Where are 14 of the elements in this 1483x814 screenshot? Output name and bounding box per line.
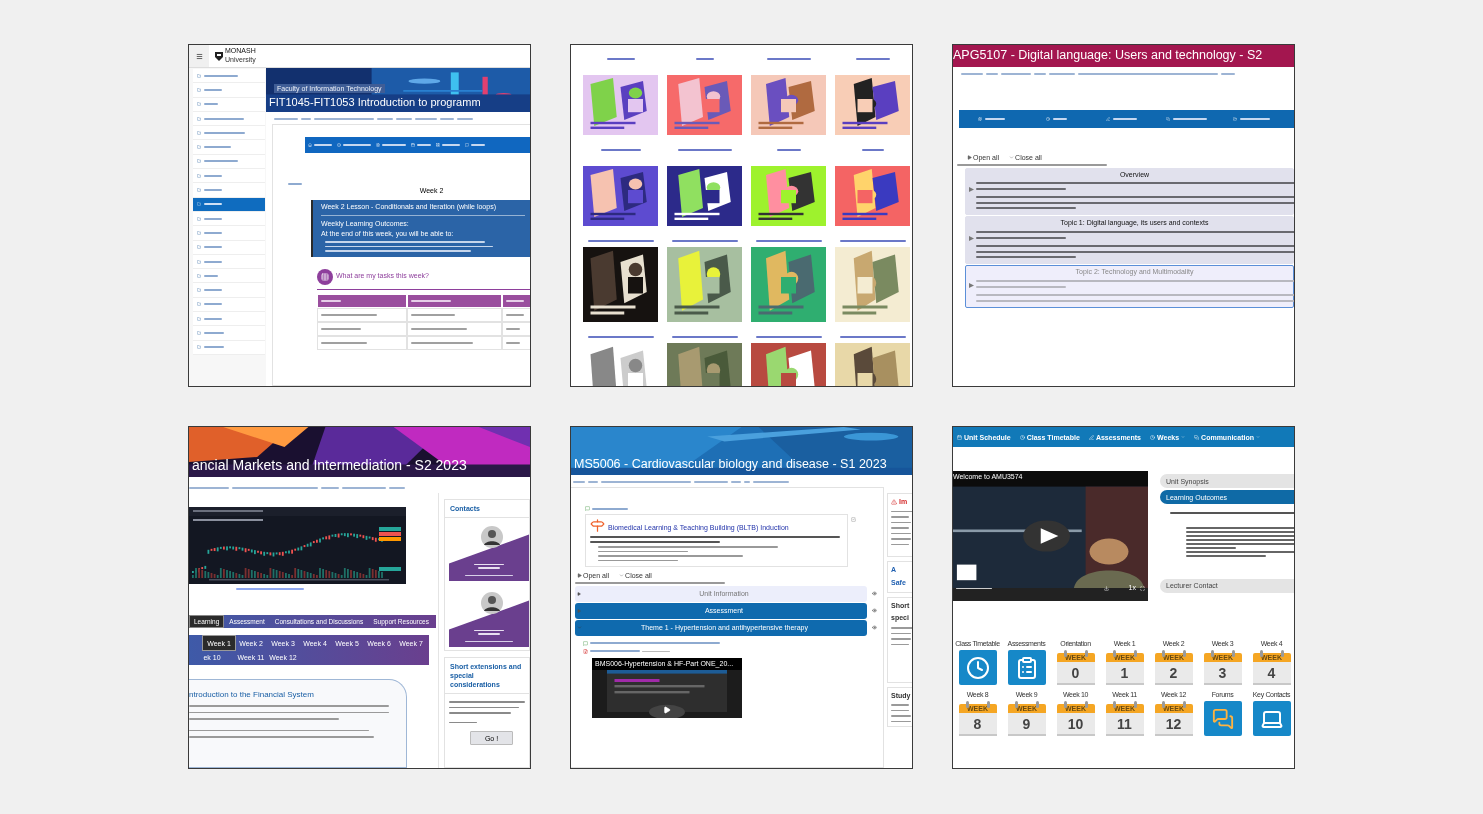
week-number: 2 (1169, 665, 1178, 680)
course-title: MS5006 - Cardiovascular biology and disease - S1 2023 (573, 457, 888, 473)
week-number: 9 (1022, 716, 1031, 731)
week-number: 12 (1165, 716, 1182, 731)
week-number: 0 (1071, 665, 1080, 680)
week-number: 10 (1067, 716, 1084, 731)
week-number: 11 (1117, 716, 1132, 731)
week-number: 1 (1120, 665, 1129, 680)
week-number: 3 (1218, 665, 1227, 680)
course-title: APG5107 - Digital language: Users and technology - S2 (953, 48, 1263, 64)
topic-title: ntroduction to the Financial System (189, 690, 315, 700)
week-number: 4 (1267, 665, 1276, 680)
course-title: FIT1045-FIT1053 Introduction to programm (268, 96, 482, 110)
week-number: 8 (973, 716, 982, 731)
